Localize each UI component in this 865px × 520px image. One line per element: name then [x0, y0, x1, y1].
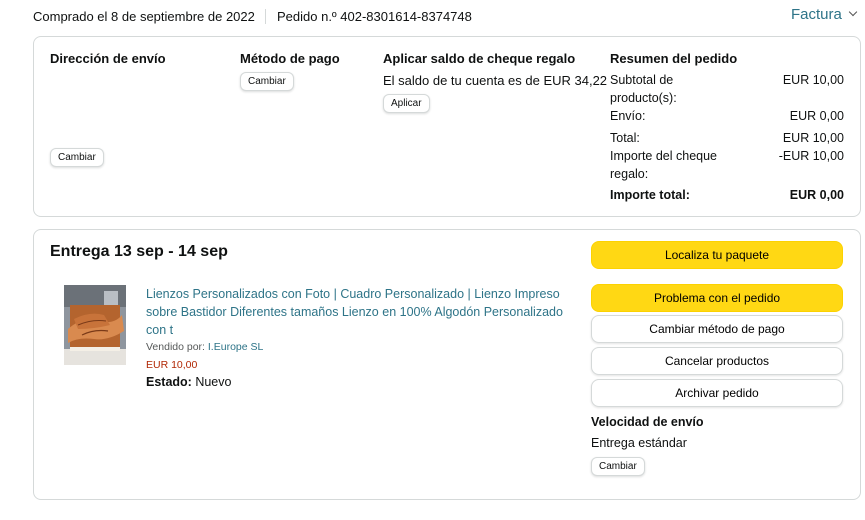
product-price: EUR 10,00 — [146, 359, 198, 371]
condition-label: Estado: — [146, 375, 192, 389]
summary-value: EUR 0,00 — [789, 188, 844, 202]
order-summary-card: Dirección de envío Cambiar Método de pag… — [33, 36, 861, 217]
cancel-items-button[interactable]: Cancelar productos — [591, 347, 843, 375]
track-package-button[interactable]: Localiza tu paquete — [591, 241, 843, 269]
summary-row-total: Total: EUR 10,00 — [610, 129, 844, 147]
summary-label: Importe total: — [610, 188, 690, 202]
order-summary-title: Resumen del pedido — [610, 51, 738, 66]
summary-value: EUR 0,00 — [789, 109, 844, 123]
summary-row-gift-card: Importe del cheque regalo: -EUR 10,00 — [610, 147, 844, 183]
order-number: Pedido n.º 402-8301614-8374748 — [277, 9, 472, 24]
invoice-dropdown[interactable]: Factura — [791, 6, 858, 23]
gift-card-title: Aplicar saldo de cheque regalo — [383, 51, 576, 66]
change-address-button[interactable]: Cambiar — [50, 148, 104, 167]
change-payment-method-button[interactable]: Cambiar método de pago — [591, 315, 843, 343]
shipping-speed-title: Velocidad de envío — [591, 415, 704, 429]
payment-method-title: Método de pago — [240, 51, 340, 66]
change-shipping-speed-button[interactable]: Cambiar — [591, 457, 645, 476]
summary-row-subtotal: Subtotal de producto(s): EUR 10,00 — [610, 71, 844, 107]
canvas-photo-thumbnail — [64, 285, 126, 365]
order-header: Comprado el 8 de septiembre de 2022 Pedi… — [33, 6, 865, 26]
summary-row-grand-total: Importe total: EUR 0,00 — [610, 186, 844, 204]
change-payment-button[interactable]: Cambiar — [240, 72, 294, 91]
gift-card-balance: El saldo de tu cuenta es de EUR 34,22 — [383, 73, 608, 88]
product-title-link[interactable]: Lienzos Personalizados con Foto | Cuadro… — [146, 285, 566, 339]
delivery-date-title: Entrega 13 sep - 14 sep — [50, 243, 228, 260]
seller-link[interactable]: I.Europe SL — [208, 341, 263, 353]
summary-label: Total: — [610, 131, 640, 145]
header-divider — [265, 9, 266, 24]
apply-gift-card-button[interactable]: Aplicar — [383, 94, 430, 113]
condition-value: Nuevo — [195, 375, 232, 389]
delivery-card: Entrega 13 sep - 14 sep Lienzos Personal… — [33, 229, 861, 500]
shipping-address-title: Dirección de envío — [50, 51, 166, 66]
order-problem-button[interactable]: Problema con el pedido — [591, 284, 843, 312]
product-image[interactable] — [64, 285, 126, 365]
summary-value: -EUR 10,00 — [778, 149, 844, 163]
shipping-speed-value: Entrega estándar — [591, 436, 687, 450]
invoice-label: Factura — [791, 6, 842, 23]
summary-value: EUR 10,00 — [782, 131, 844, 145]
summary-label: Importe del cheque regalo: — [610, 149, 718, 181]
product-condition: Estado: Nuevo — [146, 375, 231, 389]
seller-info: Vendido por: I.Europe SL — [146, 341, 263, 353]
seller-prefix: Vendido por: — [146, 341, 205, 353]
summary-label: Envío: — [610, 109, 646, 123]
summary-row-shipping: Envío: EUR 0,00 — [610, 107, 844, 125]
chevron-down-icon — [848, 7, 858, 17]
summary-label: Subtotal de producto(s): — [610, 73, 677, 105]
purchase-date: Comprado el 8 de septiembre de 2022 — [33, 9, 255, 24]
summary-value: EUR 10,00 — [782, 73, 844, 87]
archive-order-button[interactable]: Archivar pedido — [591, 379, 843, 407]
